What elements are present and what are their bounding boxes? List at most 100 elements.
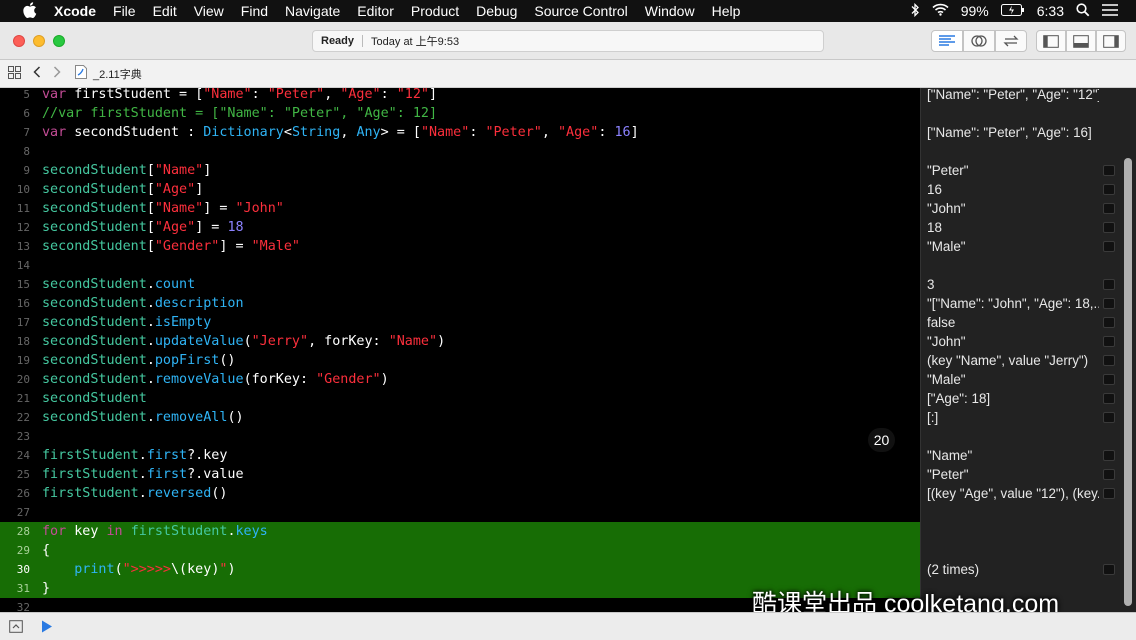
menu-product[interactable]: Product xyxy=(411,3,459,19)
clock[interactable]: 6:33 xyxy=(1037,3,1064,19)
show-result-icon[interactable] xyxy=(1103,564,1115,575)
result-value[interactable]: (key "Name", value "Jerry") xyxy=(927,351,1099,370)
result-value[interactable]: (2 times) xyxy=(927,560,1099,579)
code-line[interactable]: 7 var secondStudent : Dictionary<String, … xyxy=(0,123,920,142)
result-value[interactable]: "John" xyxy=(927,332,1099,351)
results-scrollbar[interactable] xyxy=(1124,158,1132,606)
code-text[interactable]: secondStudent["Name"] xyxy=(42,161,211,180)
standard-editor-button[interactable] xyxy=(931,30,963,52)
result-value[interactable]: "["Name": "John", "Age": 18,... xyxy=(927,294,1099,313)
battery-percent[interactable]: 99% xyxy=(961,3,989,19)
result-value[interactable]: "Peter" xyxy=(927,465,1099,484)
menu-edit[interactable]: Edit xyxy=(153,3,177,19)
code-text[interactable]: secondStudent.popFirst() xyxy=(42,351,236,370)
show-result-icon[interactable] xyxy=(1103,203,1115,214)
code-text[interactable]: var firstStudent = ["Name": "Peter", "Ag… xyxy=(42,85,437,104)
result-value[interactable]: "Male" xyxy=(927,237,1099,256)
code-editor[interactable]: 5 var firstStudent = ["Name": "Peter", "A… xyxy=(0,85,920,614)
show-result-icon[interactable] xyxy=(1103,450,1115,461)
forward-chevron-icon[interactable] xyxy=(53,66,61,81)
result-value[interactable]: 3 xyxy=(927,275,1099,294)
code-line[interactable]: 22 secondStudent.removeAll() xyxy=(0,408,920,427)
show-result-icon[interactable] xyxy=(1103,469,1115,480)
show-result-icon[interactable] xyxy=(1103,222,1115,233)
menu-navigate[interactable]: Navigate xyxy=(285,3,340,19)
run-playground-play-icon[interactable] xyxy=(41,620,53,638)
minimize-window-button[interactable] xyxy=(33,35,45,47)
show-result-icon[interactable] xyxy=(1103,393,1115,404)
breadcrumb-file[interactable]: _2.11字典 xyxy=(93,66,142,82)
menu-app-xcode[interactable]: Xcode xyxy=(54,3,96,19)
menu-help[interactable]: Help xyxy=(712,3,741,19)
menu-editor[interactable]: Editor xyxy=(357,3,394,19)
result-value[interactable]: ["Name": "Peter", "Age": "12"] xyxy=(927,85,1099,104)
show-result-icon[interactable] xyxy=(1103,241,1115,252)
code-line[interactable]: 17 secondStudent.isEmpty xyxy=(0,313,920,332)
code-line[interactable]: 20 secondStudent.removeValue(forKey: "Gen… xyxy=(0,370,920,389)
code-text[interactable]: { xyxy=(42,541,50,560)
zoom-window-button[interactable] xyxy=(53,35,65,47)
show-result-icon[interactable] xyxy=(1103,298,1115,309)
result-value[interactable]: [:] xyxy=(927,408,1099,427)
result-value[interactable]: "Male" xyxy=(927,370,1099,389)
code-text[interactable]: secondStudent xyxy=(42,389,147,408)
show-result-icon[interactable] xyxy=(1103,317,1115,328)
show-result-icon[interactable] xyxy=(1103,165,1115,176)
menu-debug[interactable]: Debug xyxy=(476,3,517,19)
code-line[interactable]: 5 var firstStudent = ["Name": "Peter", "A… xyxy=(0,85,920,104)
code-text[interactable]: firstStudent.first?.value xyxy=(42,465,244,484)
code-text[interactable]: var secondStudent : Dictionary<String, A… xyxy=(42,123,639,142)
assistant-editor-button[interactable] xyxy=(963,30,995,52)
battery-charging-icon[interactable] xyxy=(1000,3,1025,19)
toggle-utilities-button[interactable] xyxy=(1096,30,1126,52)
code-line[interactable]: 11 secondStudent["Name"] = "John" xyxy=(0,199,920,218)
code-line[interactable]: 26 firstStudent.reversed() xyxy=(0,484,920,503)
code-line[interactable]: 25 firstStudent.first?.value xyxy=(0,465,920,484)
result-value[interactable]: ["Age": 18] xyxy=(927,389,1099,408)
code-text[interactable]: secondStudent.removeValue(forKey: "Gende… xyxy=(42,370,389,389)
result-value[interactable]: false xyxy=(927,313,1099,332)
code-text[interactable]: secondStudent.isEmpty xyxy=(42,313,211,332)
wifi-icon[interactable] xyxy=(932,3,949,19)
code-line[interactable]: 14 xyxy=(0,256,920,275)
menu-file[interactable]: File xyxy=(113,3,136,19)
code-text[interactable]: secondStudent["Gender"] = "Male" xyxy=(42,237,300,256)
code-text[interactable]: secondStudent.updateValue("Jerry", forKe… xyxy=(42,332,445,351)
show-result-icon[interactable] xyxy=(1103,488,1115,499)
code-line[interactable]: 15 secondStudent.count xyxy=(0,275,920,294)
show-result-icon[interactable] xyxy=(1103,412,1115,423)
code-text[interactable]: for key in firstStudent.keys xyxy=(42,522,268,541)
toggle-navigator-button[interactable] xyxy=(1036,30,1066,52)
code-line[interactable]: 28 for key in firstStudent.keys xyxy=(0,522,920,541)
back-chevron-icon[interactable] xyxy=(33,66,41,81)
code-text[interactable]: secondStudent["Age"] xyxy=(42,180,203,199)
result-value[interactable]: "Name" xyxy=(927,446,1099,465)
code-line[interactable]: 27 xyxy=(0,503,920,522)
code-line[interactable]: 30 print(">>>>>\(key)") xyxy=(0,560,920,579)
code-text[interactable]: secondStudent["Age"] = 18 xyxy=(42,218,244,237)
code-line[interactable]: 23 xyxy=(0,427,920,446)
version-editor-button[interactable] xyxy=(995,30,1027,52)
result-value[interactable]: ["Name": "Peter", "Age": 16] xyxy=(927,123,1099,142)
code-text[interactable]: firstStudent.reversed() xyxy=(42,484,227,503)
menu-window[interactable]: Window xyxy=(645,3,695,19)
code-text[interactable]: secondStudent.description xyxy=(42,294,244,313)
code-line[interactable]: 12 secondStudent["Age"] = 18 xyxy=(0,218,920,237)
code-line[interactable]: 21 secondStudent xyxy=(0,389,920,408)
menu-find[interactable]: Find xyxy=(241,3,268,19)
result-value[interactable]: "John" xyxy=(927,199,1099,218)
code-line[interactable]: 16 secondStudent.description xyxy=(0,294,920,313)
close-window-button[interactable] xyxy=(13,35,25,47)
show-result-icon[interactable] xyxy=(1103,279,1115,290)
code-text[interactable]: secondStudent.count xyxy=(42,275,195,294)
bluetooth-icon[interactable] xyxy=(910,2,920,20)
result-value[interactable]: "Peter" xyxy=(927,161,1099,180)
hide-debug-area-icon[interactable] xyxy=(9,620,23,638)
result-value[interactable]: 18 xyxy=(927,218,1099,237)
show-result-icon[interactable] xyxy=(1103,355,1115,366)
code-text[interactable]: //var firstStudent = ["Name": "Peter", "… xyxy=(42,104,437,123)
menu-view[interactable]: View xyxy=(194,3,224,19)
code-text[interactable]: secondStudent["Name"] = "John" xyxy=(42,199,284,218)
search-icon[interactable] xyxy=(1076,2,1090,20)
code-text[interactable]: } xyxy=(42,579,50,598)
